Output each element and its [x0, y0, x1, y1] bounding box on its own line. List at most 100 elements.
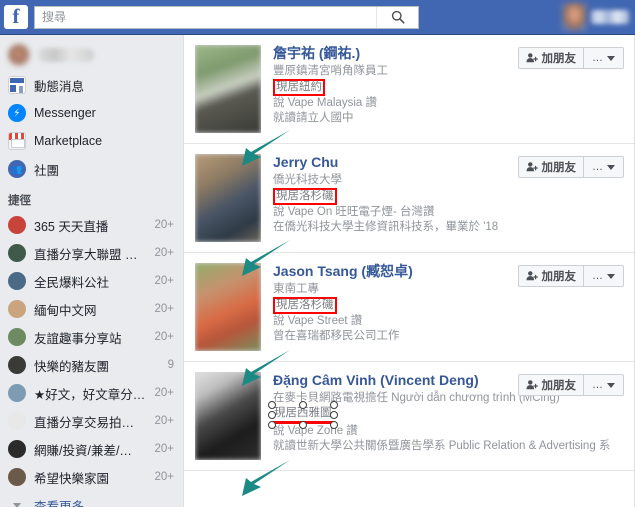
add-friend-label: 加朋友: [541, 380, 577, 392]
sidebar-shortcut-item[interactable]: 365 天天直播 20+: [0, 211, 182, 239]
sidebar-shortcut-badge: 20+: [154, 471, 174, 483]
topbar-profile[interactable]: [562, 3, 629, 31]
search-results-list: 詹宇祐 (鋼祐.) 豐原鎮清宮哨角隊員工 現居紐約說 Vape Malaysia 讚…: [183, 35, 635, 507]
result-profile-photo[interactable]: [195, 372, 261, 460]
sidebar-profile-row[interactable]: [0, 39, 182, 71]
resize-handle-bottom-left[interactable]: [268, 421, 276, 429]
ellipsis-icon: …: [592, 52, 603, 64]
sidebar-shortcut-item[interactable]: 緬甸中文网 20+: [0, 295, 182, 323]
sidebar-shortcut-badge: 20+: [154, 387, 174, 399]
sidebar-shortcut-badge: 20+: [154, 303, 174, 315]
sidebar-shortcut-badge: 20+: [154, 415, 174, 427]
avatar: [8, 44, 30, 66]
sidebar-shortcut-item[interactable]: 直播分享交易拍… 20+: [0, 407, 182, 435]
sidebar-shortcut-item[interactable]: ★好文，好文章分… 20+: [0, 379, 182, 407]
sidebar-shortcut-item[interactable]: 全民爆料公社 20+: [0, 267, 182, 295]
add-friend-button[interactable]: 加朋友: [517, 265, 584, 287]
search-result-row[interactable]: Jerry Chu 僑光科技大學 現居洛杉磯說 Vape On 旺旺電子煙- 台灣讚…: [184, 144, 634, 253]
sidebar-shortcut-label: ★好文，好文章分…: [34, 387, 146, 402]
add-friend-label: 加朋友: [541, 271, 577, 283]
sidebar-shortcut-badge: 20+: [154, 443, 174, 455]
see-more-button[interactable]: 查看更多……: [0, 491, 182, 507]
group-avatar-icon: [8, 440, 26, 458]
ellipsis-icon: …: [592, 161, 603, 173]
search-result-row[interactable]: 詹宇祐 (鋼祐.) 豐原鎮清宮哨角隊員工 現居紐約說 Vape Malaysia 讚…: [184, 35, 634, 144]
group-avatar-icon: [8, 300, 26, 318]
result-actions: 加朋友 …: [517, 156, 624, 178]
add-friend-button[interactable]: 加朋友: [517, 374, 584, 396]
search-result-row[interactable]: Đặng Câm Vinh (Vincent Deng) 在麥卡貝網路電視擔任 N…: [184, 362, 634, 471]
ellipsis-icon: …: [592, 379, 603, 391]
result-location-line: 現居紐約: [273, 79, 624, 96]
selection-box[interactable]: 現居西雅圖: [268, 401, 338, 429]
ellipsis-icon: …: [592, 270, 603, 282]
resize-handle-middle-right[interactable]: [329, 411, 338, 419]
chevron-down-icon: [607, 382, 615, 388]
result-location-line: 現居洛杉磯: [273, 297, 624, 314]
resize-handle-top-right[interactable]: [329, 401, 338, 409]
sidebar-item-newsfeed[interactable]: 動態消息: [0, 71, 182, 99]
add-friend-icon: [526, 162, 538, 172]
search-input[interactable]: [35, 6, 375, 28]
sidebar-item-groups[interactable]: 社團: [0, 155, 182, 183]
facebook-logo[interactable]: f: [4, 5, 28, 29]
result-location-line: 現居西雅圖: [268, 401, 624, 429]
see-more-label: 查看更多……: [34, 499, 110, 507]
sidebar-item-messenger[interactable]: Messenger: [0, 99, 182, 127]
sidebar-shortcut-label: 緬甸中文网: [34, 303, 97, 318]
facebook-top-bar: f: [0, 0, 635, 35]
resize-handle-middle-left[interactable]: [268, 411, 276, 419]
search-result-row[interactable]: Jason Tsang (臧恕卓) 東南工專 現居洛杉磯說 Vape Street …: [184, 253, 634, 362]
add-friend-icon: [526, 380, 538, 390]
result-profile-photo[interactable]: [195, 45, 261, 133]
result-education-line: 曾在喜瑞都移民公司工作: [273, 330, 400, 342]
add-friend-button[interactable]: 加朋友: [517, 47, 584, 69]
sidebar-shortcut-badge: 20+: [154, 331, 174, 343]
sidebar-shortcut-badge: 20+: [154, 275, 174, 287]
sidebar-shortcut-item[interactable]: 友誼趣事分享站 20+: [0, 323, 182, 351]
group-avatar-icon: [8, 244, 26, 262]
sidebar-item-marketplace[interactable]: Marketplace: [0, 127, 182, 155]
result-profile-photo[interactable]: [195, 263, 261, 351]
sidebar-shortcut-label: 全民爆料公社: [34, 275, 110, 290]
avatar: [562, 3, 587, 31]
sidebar-profile-name: [38, 48, 94, 62]
result-profile-photo[interactable]: [195, 154, 261, 242]
resize-handle-bottom-center[interactable]: [298, 421, 307, 429]
sidebar-shortcut-item[interactable]: 快樂的豬友團 9: [0, 351, 182, 379]
chevron-down-icon: [607, 164, 615, 170]
more-options-button[interactable]: …: [584, 156, 624, 178]
search-icon[interactable]: [376, 6, 418, 28]
result-likes-line: 說 Vape Zone 讚: [273, 425, 358, 437]
chevron-down-icon: [607, 273, 615, 279]
more-options-button[interactable]: …: [584, 374, 624, 396]
group-avatar-icon: [8, 412, 26, 430]
messenger-icon: [8, 104, 26, 122]
resize-handle-bottom-right[interactable]: [329, 421, 338, 429]
add-friend-label: 加朋友: [541, 53, 577, 65]
search-bar[interactable]: [34, 5, 419, 29]
result-likes-line: 說 Vape Malaysia 讚: [273, 97, 377, 109]
chevron-down-icon: [607, 55, 615, 61]
resize-handle-top-center[interactable]: [298, 401, 307, 409]
chevron-down-icon: [8, 496, 26, 507]
sidebar-shortcut-label: 希望快樂家園: [34, 471, 110, 486]
resize-handle-top-left[interactable]: [268, 401, 276, 409]
sidebar-shortcut-label: 365 天天直播: [34, 219, 109, 234]
shortcuts-heading: 捷徑: [8, 195, 31, 207]
sidebar-shortcut-item[interactable]: 直播分享大聯盟 … 20+: [0, 239, 182, 267]
result-education-line: 在僑光科技大學主修資訊科技系，畢業於 '18: [273, 221, 499, 233]
sidebar-shortcut-badge: 20+: [154, 247, 174, 259]
group-avatar-icon: [8, 384, 26, 402]
add-friend-button[interactable]: 加朋友: [517, 156, 584, 178]
sidebar-shortcut-item[interactable]: 希望快樂家園 20+: [0, 463, 182, 491]
sidebar-shortcut-item[interactable]: 網賺/投資/兼差/… 20+: [0, 435, 182, 463]
sidebar-shortcut-label: 直播分享大聯盟 …: [34, 247, 138, 262]
result-actions: 加朋友 …: [517, 374, 624, 396]
add-friend-label: 加朋友: [541, 162, 577, 174]
result-highlight-location: 現居洛杉磯: [273, 188, 337, 205]
sidebar-shortcut-label: 友誼趣事分享站: [34, 331, 122, 346]
more-options-button[interactable]: …: [584, 47, 624, 69]
more-options-button[interactable]: …: [584, 265, 624, 287]
result-likes-line: 說 Vape Street 讚: [273, 315, 363, 327]
